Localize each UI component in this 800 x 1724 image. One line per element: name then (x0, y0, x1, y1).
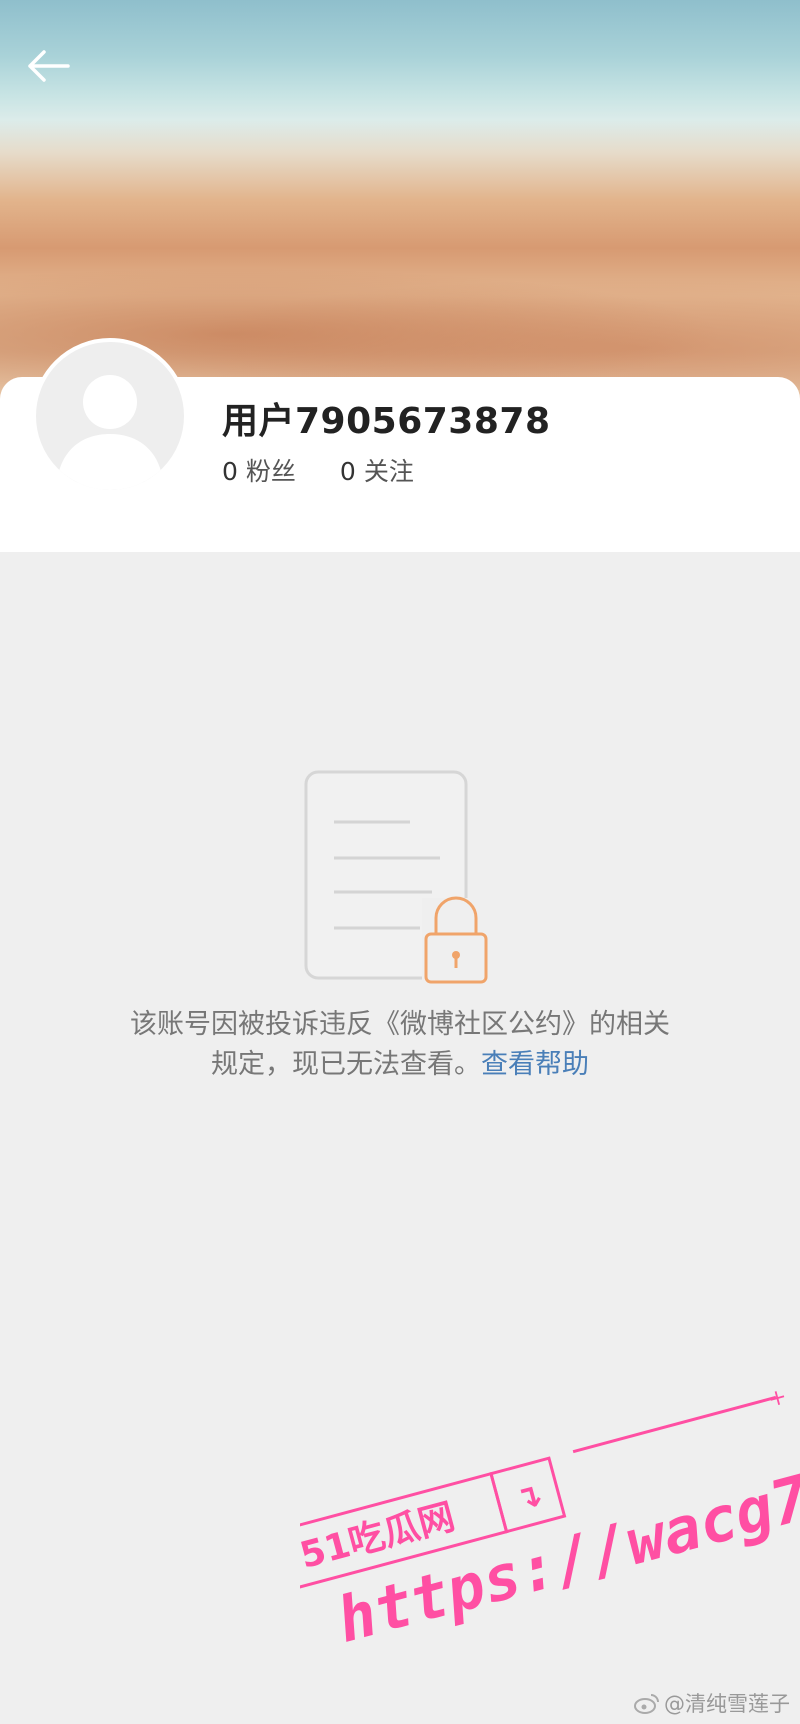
back-button[interactable] (24, 44, 76, 88)
notice-line-1: 该账号因被投诉违反《微博社区公约》的相关 (130, 1009, 670, 1040)
notice-line-2: 规定，现已无法查看。查看帮助 (70, 1045, 730, 1085)
back-arrow-icon (28, 50, 70, 82)
followers-label: 粉丝 (245, 457, 296, 486)
avatar[interactable] (32, 338, 188, 494)
default-avatar-icon (56, 375, 164, 490)
weibo-logo-icon (634, 1694, 659, 1714)
followers-stat[interactable]: 0 粉丝 (222, 452, 296, 488)
followers-count: 0 (222, 457, 238, 486)
help-link[interactable]: 查看帮助 (481, 1049, 589, 1080)
weibo-credit: @清纯雪莲子 (634, 1688, 790, 1718)
credit-text: @清纯雪莲子 (664, 1692, 790, 1716)
notice-text: 规定，现已无法查看。 (211, 1049, 481, 1080)
profile-stats: 0 粉丝 0 关注 (222, 452, 414, 488)
following-label: 关注 (363, 457, 414, 486)
banned-notice: 该账号因被投诉违反《微博社区公约》的相关 规定，现已无法查看。查看帮助 (70, 1005, 730, 1085)
username: 用户7905673878 (222, 401, 551, 442)
svg-text:+: + (765, 1384, 789, 1413)
document-lock-icon (304, 770, 488, 988)
svg-text:↴: ↴ (511, 1475, 547, 1519)
site-watermark: 51吃瓜网 ↴ + https://wacg7.com (300, 1384, 800, 1657)
following-count: 0 (339, 457, 356, 486)
following-stat[interactable]: 0 关注 (340, 452, 414, 488)
